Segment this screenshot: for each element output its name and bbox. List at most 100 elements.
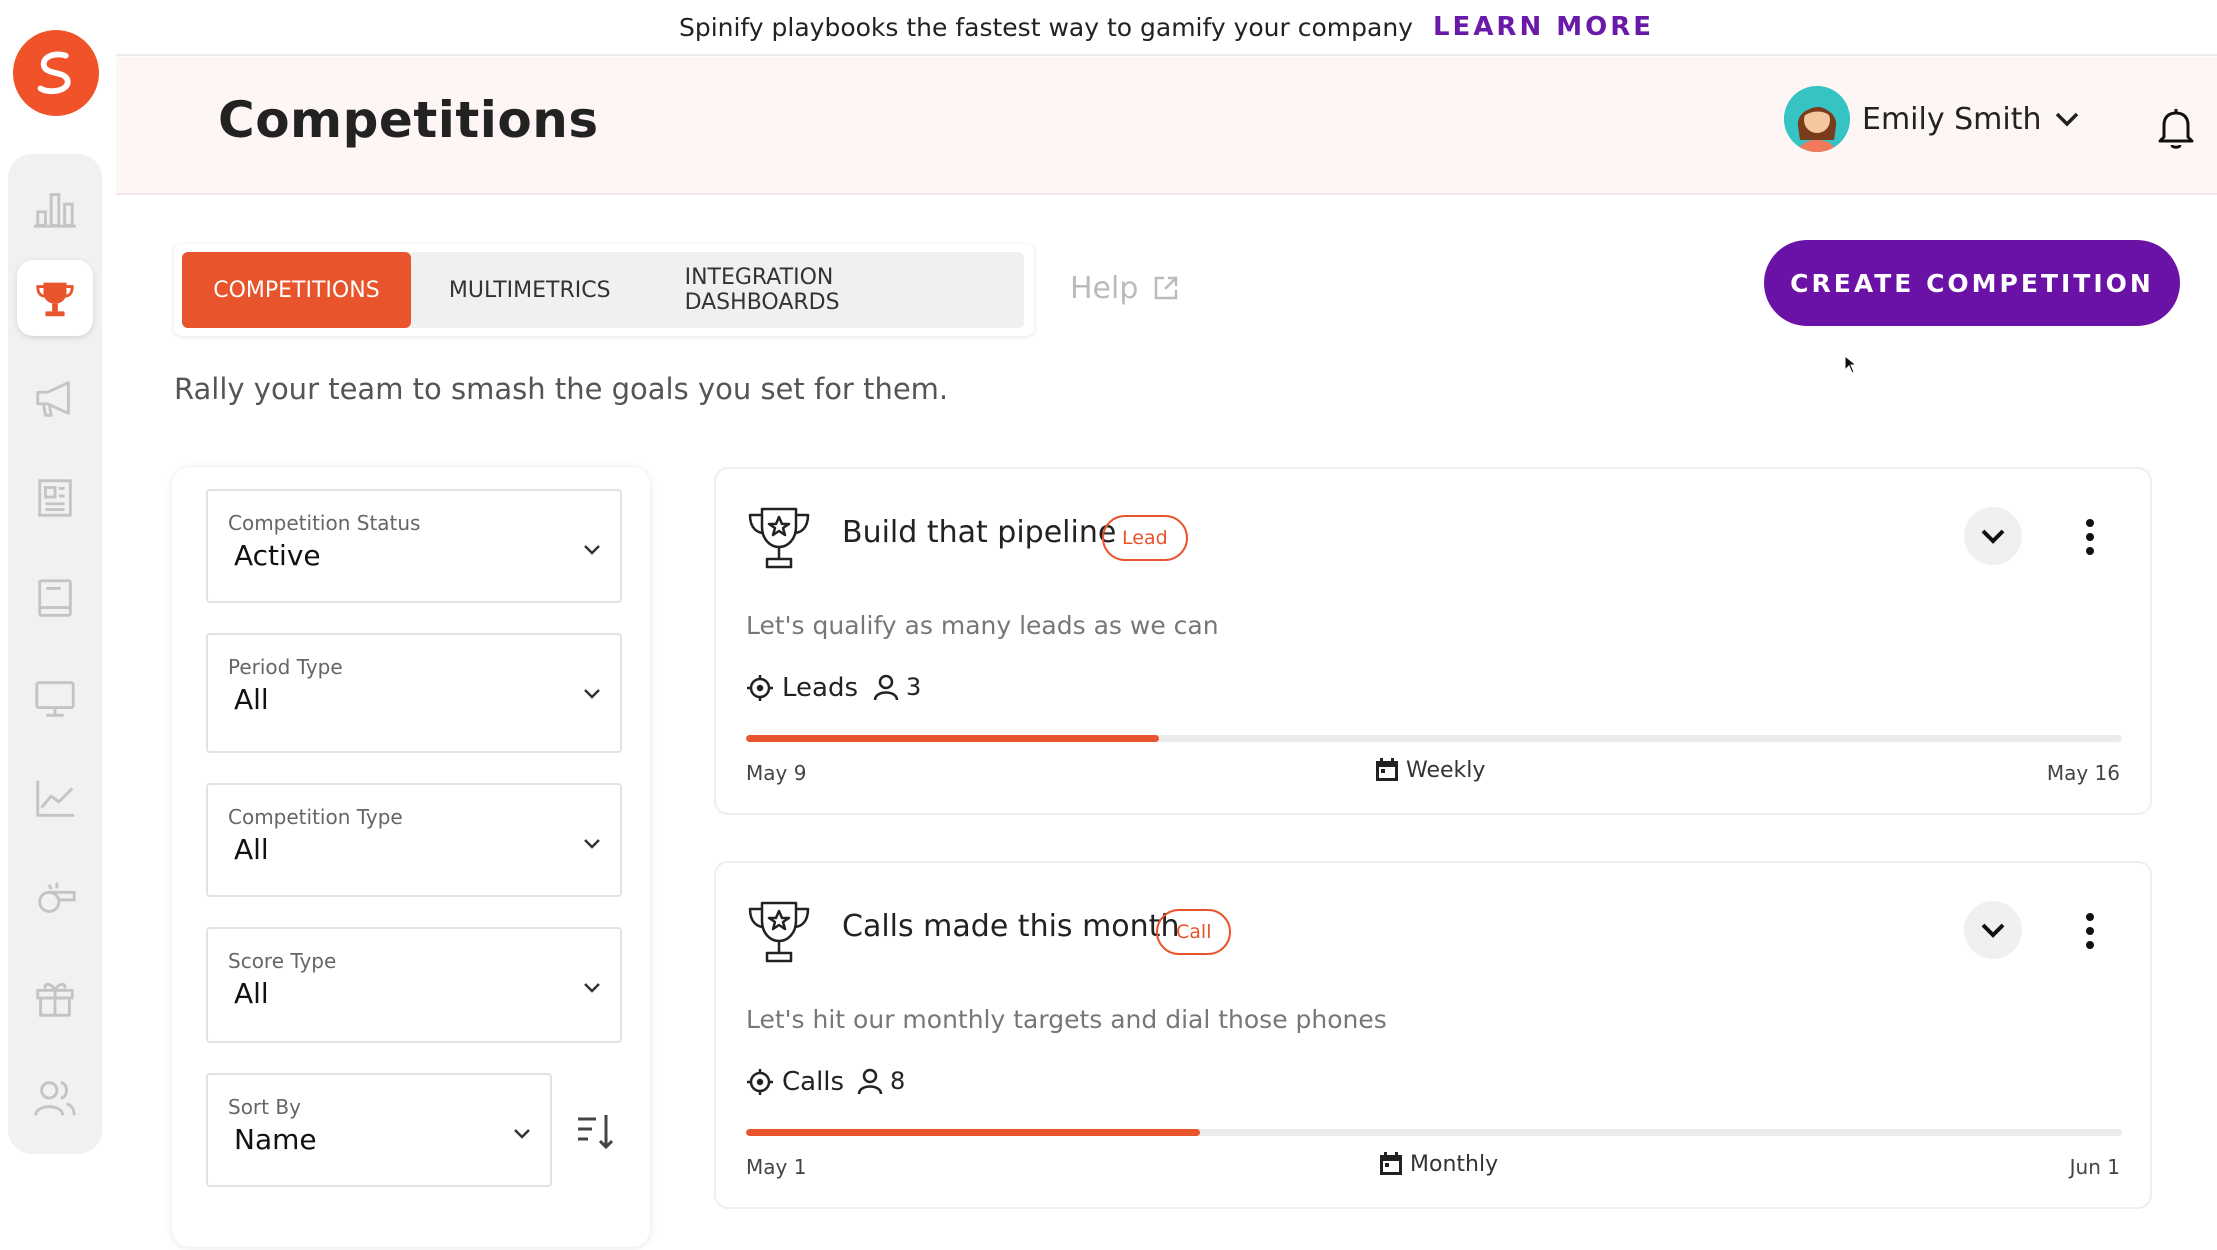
target-icon (747, 675, 773, 701)
nav-gift-icon[interactable] (17, 960, 93, 1036)
metric-name: Leads (782, 673, 859, 703)
progress-fill (746, 735, 1159, 742)
field-value: All (234, 977, 269, 1010)
competition-description: Let's qualify as many leads as we can (746, 611, 1219, 640)
help-label: Help (1070, 270, 1139, 306)
person-icon (857, 1068, 883, 1095)
chevron-down-icon (514, 1129, 530, 1139)
competition-title: Calls made this month (842, 909, 1180, 944)
competition-title: Build that pipeline (842, 515, 1117, 550)
page-header: Competitions Emily Smith (116, 57, 2217, 195)
field-label: Sort By (228, 1095, 301, 1119)
progress-bar (746, 1129, 2122, 1136)
metric-name: Calls (782, 1067, 845, 1097)
logo-s-icon (37, 51, 71, 95)
trophy-icon (748, 901, 810, 963)
chevron-down-icon (2055, 112, 2078, 127)
field-label: Period Type (228, 655, 343, 679)
period-label: Monthly (1378, 1151, 1498, 1177)
start-date: May 9 (746, 761, 807, 785)
period-type-select[interactable]: Period Type All (206, 633, 622, 753)
chevron-down-icon (1981, 529, 2005, 544)
person-icon (873, 674, 899, 701)
sort-by-select[interactable]: Sort By Name (206, 1073, 552, 1187)
mouse-cursor-icon (1844, 355, 1858, 374)
competition-status-select[interactable]: Competition Status Active (206, 489, 622, 603)
period-name: Monthly (1410, 1151, 1499, 1177)
end-date: May 16 (2046, 761, 2120, 785)
target-icon (747, 1069, 773, 1095)
nav-reports-chart-icon[interactable] (17, 760, 93, 836)
banner-text: Spinify playbooks the fastest way to gam… (678, 12, 1413, 42)
more-options-button[interactable] (2078, 509, 2102, 565)
tab-multimetrics[interactable]: MULTIMETRICS (411, 252, 649, 328)
create-competition-button[interactable]: CREATE COMPETITION (1764, 240, 2180, 326)
spinify-logo[interactable] (13, 30, 99, 116)
page-title: Competitions (218, 91, 599, 149)
nav-megaphone-icon[interactable] (17, 360, 93, 436)
bell-icon[interactable] (2152, 103, 2200, 151)
tab-integration-dashboards[interactable]: INTEGRATION DASHBOARDS (649, 252, 1024, 328)
avatar (1784, 86, 1850, 152)
nav-news-icon[interactable] (17, 460, 93, 536)
field-label: Competition Status (228, 511, 421, 535)
promo-banner: Spinify playbooks the fastest way to gam… (116, 0, 2217, 56)
help-link[interactable]: Help (1070, 268, 1180, 308)
participant-number: 8 (890, 1067, 906, 1095)
competition-card[interactable]: Build that pipeline Lead Let's qualify a… (714, 467, 2152, 815)
chevron-down-icon (584, 689, 600, 699)
tab-bar: COMPETITIONS MULTIMETRICS INTEGRATION DA… (182, 252, 1024, 328)
more-options-button[interactable] (2078, 903, 2102, 959)
sort-order-icon[interactable] (576, 1111, 616, 1151)
field-value: All (234, 683, 269, 716)
expand-card-button[interactable] (1964, 901, 2022, 959)
metric-type-badge: Lead (1102, 515, 1188, 561)
participant-number: 3 (906, 673, 922, 701)
chevron-down-icon (1981, 923, 2005, 938)
progress-fill (746, 1129, 1201, 1136)
sidebar (0, 0, 116, 1250)
user-menu[interactable]: Emily Smith (1784, 85, 2080, 153)
competition-description: Let's hit our monthly targets and dial t… (746, 1005, 1387, 1034)
tabs-container: COMPETITIONS MULTIMETRICS INTEGRATION DA… (174, 244, 1034, 336)
page-subtitle: Rally your team to smash the goals you s… (174, 372, 949, 406)
metric-label: Leads (746, 673, 858, 703)
field-label: Competition Type (228, 805, 403, 829)
calendar-icon (1380, 1152, 1402, 1175)
nav-notebook-icon[interactable] (17, 560, 93, 636)
external-link-icon (1155, 276, 1178, 300)
metric-label: Calls (746, 1067, 844, 1097)
nav-competitions-trophy-icon[interactable] (17, 260, 93, 336)
learn-more-link[interactable]: LEARN MORE (1433, 12, 1654, 42)
participant-count: 8 (856, 1067, 905, 1095)
nav-whistle-icon[interactable] (17, 860, 93, 936)
chevron-down-icon (584, 839, 600, 849)
progress-bar (746, 735, 2122, 742)
field-value: All (234, 833, 269, 866)
score-type-select[interactable]: Score Type All (206, 927, 622, 1043)
competition-card[interactable]: Calls made this month Call Let's hit our… (714, 861, 2152, 1209)
tab-competitions[interactable]: COMPETITIONS (182, 252, 411, 328)
nav-tv-display-icon[interactable] (17, 660, 93, 736)
period-label: Weekly (1374, 757, 1485, 783)
user-name: Emily Smith (1862, 101, 2042, 137)
trophy-icon (748, 507, 810, 569)
field-value: Active (234, 539, 321, 572)
field-value: Name (234, 1123, 317, 1156)
calendar-icon (1376, 758, 1398, 781)
participant-count: 3 (872, 673, 921, 701)
nav-users-icon[interactable] (17, 1060, 93, 1136)
chevron-down-icon (584, 545, 600, 555)
period-name: Weekly (1406, 757, 1486, 783)
app-root: Spinify playbooks the fastest way to gam… (0, 0, 2217, 1250)
competition-type-select[interactable]: Competition Type All (206, 783, 622, 897)
start-date: May 1 (746, 1155, 807, 1179)
field-label: Score Type (228, 949, 337, 973)
nav-dashboard-icon[interactable] (17, 170, 93, 246)
expand-card-button[interactable] (1964, 507, 2022, 565)
metric-type-badge: Call (1156, 909, 1232, 955)
chevron-down-icon (584, 983, 600, 993)
nav-rail (8, 154, 102, 1154)
end-date: Jun 1 (2069, 1155, 2120, 1179)
filters-panel: Competition Status Active Period Type Al… (172, 467, 650, 1247)
